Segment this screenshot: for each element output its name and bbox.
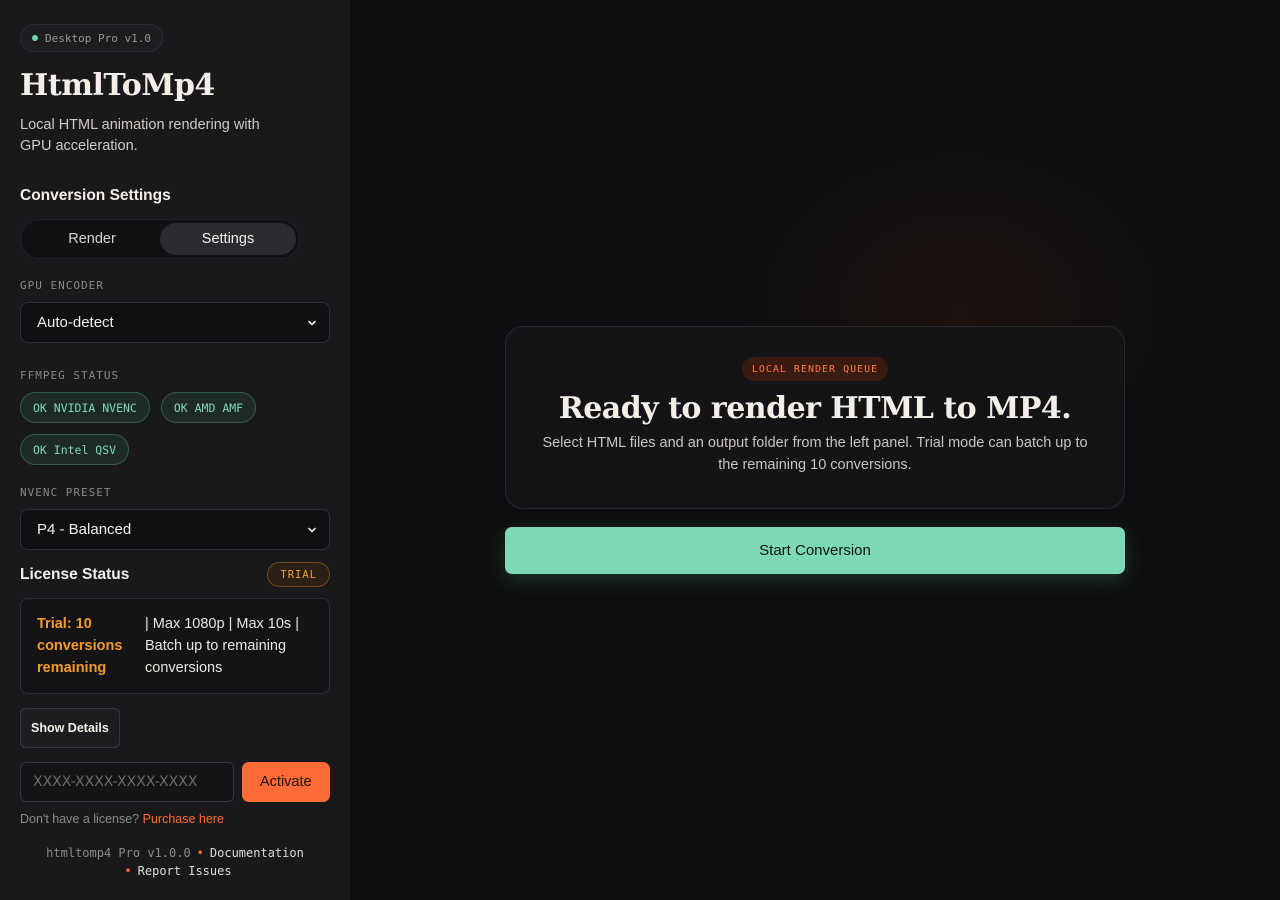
- sidebar-footer: htmltomp4 Pro v1.0.0 • Documentation • Repo…: [20, 844, 330, 880]
- footer-version: htmltomp4 Pro v1.0.0: [46, 846, 191, 860]
- app-title: HtmlToMp4: [20, 68, 215, 103]
- status-badge-nvenc: OK NVIDIA NVENC: [20, 392, 150, 423]
- purchase-prompt-text: Don't have a license?: [20, 812, 140, 826]
- trial-badge: TRIAL: [267, 562, 330, 587]
- bullet-icon: •: [196, 846, 204, 860]
- license-info-box: Trial: 10 conversions remaining | Max 10…: [20, 598, 330, 694]
- gpu-encoder-label: GPU ENCODER: [20, 279, 104, 292]
- show-details-button[interactable]: Show Details: [20, 708, 120, 748]
- ffmpeg-status-label: FFMPEG STATUS: [20, 369, 120, 382]
- conversion-settings-title: Conversion Settings: [20, 187, 171, 204]
- version-pill: Desktop Pro v1.0: [20, 24, 163, 52]
- license-header: License Status TRIAL: [20, 562, 330, 587]
- sidebar: Desktop Pro v1.0 HtmlToMp4 Local HTML an…: [0, 0, 350, 900]
- nvenc-preset-value: P4 - Balanced: [37, 521, 132, 538]
- ready-heading: Ready to render HTML to MP4.: [558, 391, 1072, 426]
- mode-tabs: Render Settings: [20, 219, 300, 259]
- queue-badge: LOCAL RENDER QUEUE: [741, 357, 889, 381]
- status-badge-qsv: OK Intel QSV: [20, 434, 130, 465]
- nvenc-preset-select[interactable]: P4 - Balanced: [20, 509, 330, 550]
- app-subtitle: Local HTML animation rendering with GPU …: [20, 117, 260, 154]
- chevron-down-icon: [308, 527, 316, 532]
- status-badge-amf: OK AMD AMF: [160, 392, 257, 423]
- main-panel: LOCAL RENDER QUEUE Ready to render HTML …: [350, 0, 1280, 900]
- license-key-input[interactable]: [20, 762, 234, 802]
- bullet-icon: •: [124, 864, 132, 878]
- ffmpeg-status-badges: OK NVIDIA NVENC OK AMD AMF OK Intel QSV: [20, 392, 330, 465]
- app-window: Desktop Pro v1.0 HtmlToMp4 Local HTML an…: [0, 0, 1280, 900]
- chevron-down-icon: [308, 320, 316, 325]
- trial-limits-text: | Max 1080p | Max 10s | Batch up to rema…: [145, 616, 299, 676]
- status-dot-icon: [32, 35, 38, 41]
- ready-description: Select HTML files and an output folder f…: [542, 435, 1088, 473]
- documentation-link[interactable]: Documentation: [210, 846, 304, 860]
- version-pill-label: Desktop Pro v1.0: [45, 31, 151, 45]
- tab-render[interactable]: Render: [24, 223, 160, 255]
- start-conversion-button[interactable]: Start Conversion: [505, 527, 1125, 574]
- gpu-encoder-select[interactable]: Auto-detect: [20, 302, 330, 343]
- purchase-link[interactable]: Purchase here: [143, 812, 224, 826]
- render-ready-card: LOCAL RENDER QUEUE Ready to render HTML …: [505, 326, 1125, 509]
- trial-count-text: Trial: 10 conversions remaining: [37, 616, 123, 676]
- activation-row: Activate: [20, 762, 330, 802]
- license-status-title: License Status: [20, 565, 130, 583]
- purchase-prompt: Don't have a license? Purchase here: [20, 812, 330, 826]
- report-issues-link[interactable]: Report Issues: [138, 864, 232, 878]
- gpu-encoder-value: Auto-detect: [37, 314, 114, 331]
- activate-button[interactable]: Activate: [241, 762, 330, 802]
- nvenc-preset-label: NVENC PRESET: [20, 486, 112, 499]
- tab-settings[interactable]: Settings: [160, 223, 296, 255]
